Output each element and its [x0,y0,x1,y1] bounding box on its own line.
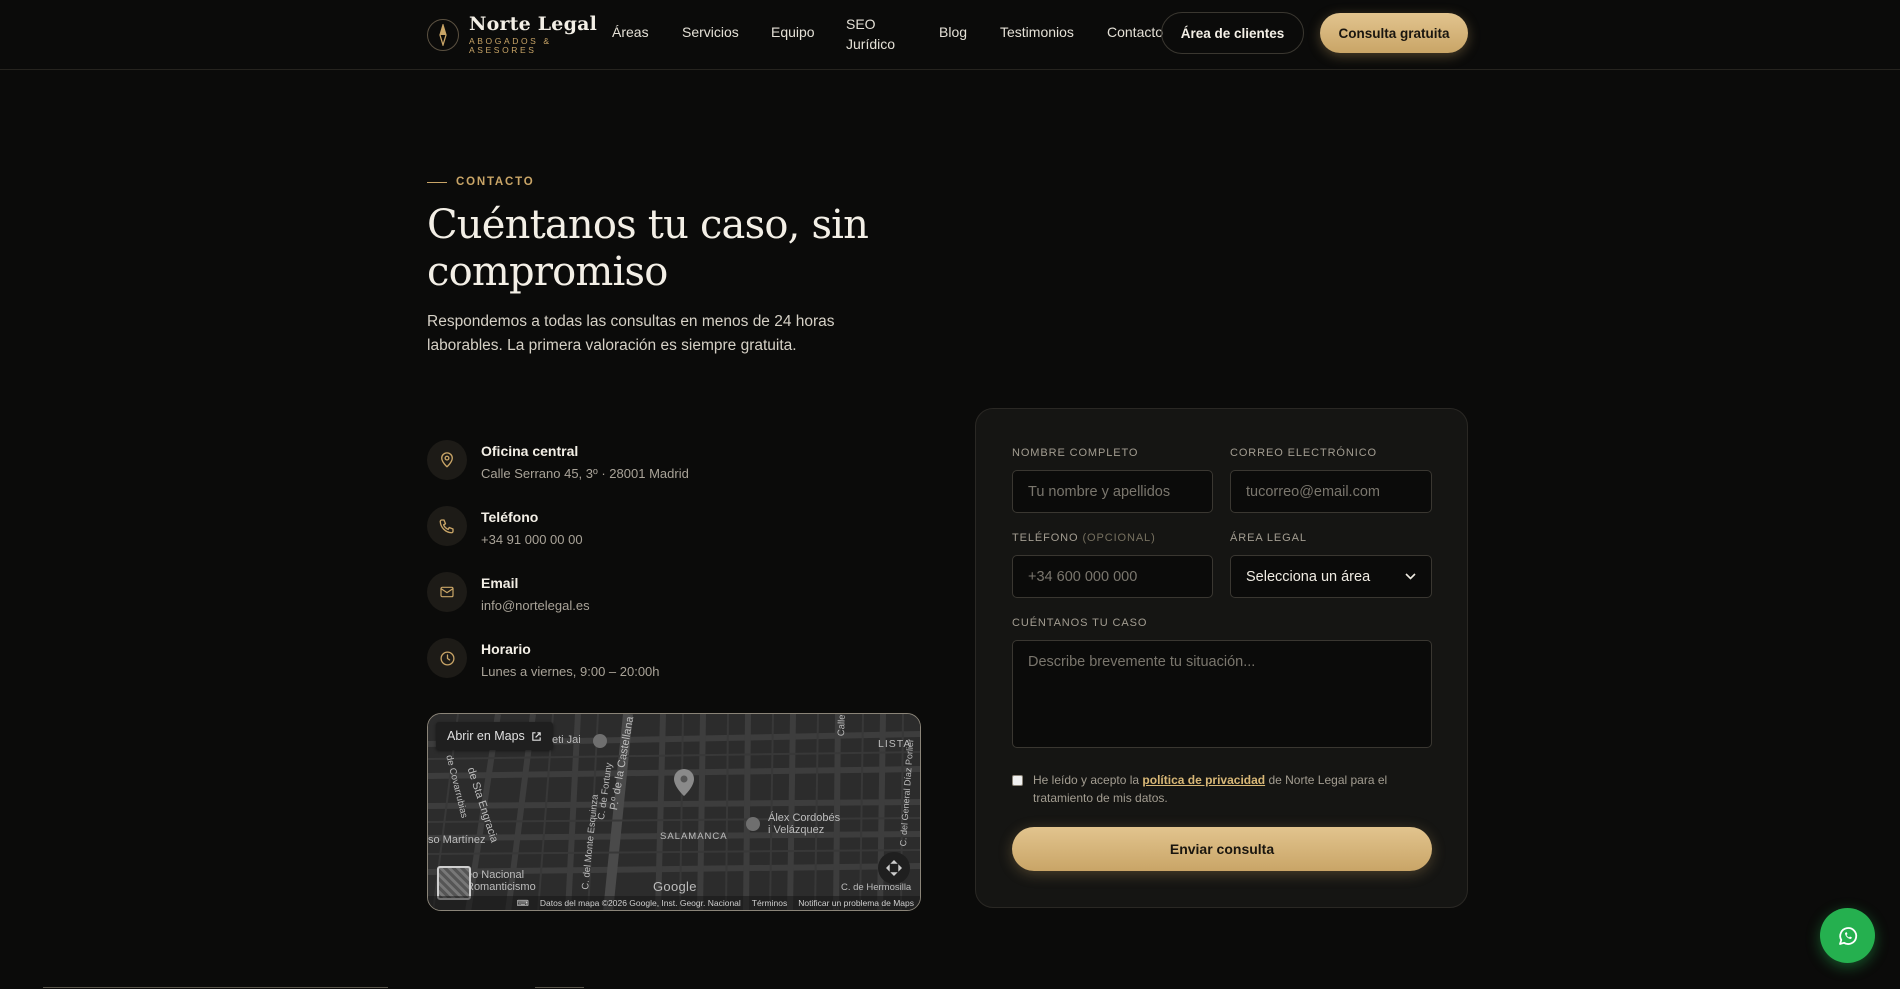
brand-name: Norte Legal [469,13,597,35]
open-in-maps-button[interactable]: Abrir en Maps [436,722,553,750]
contact-hours: Horario Lunes a viernes, 9:00 – 20:00h [427,638,660,680]
contact-form: NOMBRE COMPLETO Tu nombre y apellidos CO… [975,408,1468,908]
whatsapp-icon [1838,926,1857,945]
page-title: Cuéntanos tu caso, sin compromiso [427,202,869,295]
phone-label-text: TELÉFONO [1012,532,1079,544]
contact-value: Calle Serrano 45, 3º · 28001 Madrid [481,466,689,481]
area-select[interactable]: Selecciona un área [1230,555,1432,598]
google-logo: Google [653,879,697,894]
map-terms-link[interactable]: Términos [752,898,787,908]
privacy-prefix: He leído y acepto la [1033,773,1143,787]
map-label: eo Nacional Romanticismo [466,869,536,893]
map-report-link[interactable]: Notificar un problema de Maps [798,898,914,908]
contact-phone: Teléfono +34 91 000 00 00 [427,506,583,548]
map-label: Álex Cordobés i Velázquez [768,812,841,836]
brand-logo[interactable]: Norte Legal ABOGADOS & ASESORES [427,14,597,55]
embedded-map[interactable]: Abrir en Maps eti Jai P.º de la Castella… [427,713,921,911]
contact-label: Horario [481,641,531,657]
privacy-text: He leído y acepto la política de privaci… [1033,771,1432,807]
keyboard-icon[interactable]: ⌨ [517,898,529,909]
contact-office: Oficina central Calle Serrano 45, 3º · 2… [427,440,689,482]
area-label: ÁREA LEGAL [1230,532,1307,544]
clock-icon [427,638,467,678]
phone-icon [427,506,467,546]
area-select-value: Selecciona un área [1246,568,1371,585]
contact-label: Teléfono [481,509,539,525]
map-label: Calle [836,714,848,737]
contact-value[interactable]: info@nortelegal.es [481,598,590,614]
nav-item-equipo[interactable]: Equipo [771,24,815,40]
map-attribution: ⌨ Datos del mapa ©2026 Google, Inst. Geo… [428,896,920,910]
case-label: CUÉNTANOS TU CASO [1012,617,1148,629]
map-pin-icon [427,440,467,480]
mail-icon [427,572,467,612]
privacy-checkbox[interactable] [1012,775,1023,786]
site-header: Norte Legal ABOGADOS & ASESORES Áreas Se… [0,0,1900,70]
phone-optional-label: (OPCIONAL) [1082,532,1156,544]
phone-input[interactable]: +34 600 000 000 [1012,555,1213,598]
nav-item-seo-juridico[interactable]: SEO Jurídico [846,14,906,54]
free-consultation-button[interactable]: Consulta gratuita [1320,13,1468,53]
privacy-policy-link[interactable]: política de privacidad [1142,773,1265,787]
whatsapp-button[interactable] [1820,908,1875,963]
email-label: CORREO ELECTRÓNICO [1230,447,1377,459]
chevron-down-icon [1405,573,1416,580]
privacy-consent: He leído y acepto la política de privaci… [1012,771,1432,807]
fullscreen-icon[interactable] [878,852,910,884]
case-textarea[interactable]: Describe brevemente tu situación... [1012,640,1432,748]
nav-item-blog[interactable]: Blog [939,24,967,40]
page-subtitle: Respondemos a todas las consultas en men… [427,313,835,354]
contact-value[interactable]: +34 91 000 00 00 [481,532,583,548]
contact-value: Lunes a viernes, 9:00 – 20:00h [481,664,660,679]
eyebrow-divider [427,181,447,183]
submit-button[interactable]: Enviar consulta [1012,827,1432,871]
name-label: NOMBRE COMPLETO [1012,447,1139,459]
map-satellite-toggle[interactable] [437,866,471,900]
map-label: eti Jai [552,734,581,746]
map-label: C. de Hermosilla [841,882,912,893]
nav-item-areas[interactable]: Áreas [612,24,649,40]
section-eyebrow: CONTACTO [427,176,535,188]
contact-label: Oficina central [481,443,579,459]
client-area-button[interactable]: Área de clientes [1161,12,1304,54]
nav-item-testimonios[interactable]: Testimonios [1000,24,1074,40]
nav-item-servicios[interactable]: Servicios [682,24,739,40]
map-attribution-text: Datos del mapa ©2026 Google, Inst. Geogr… [539,898,741,908]
phone-label: TELÉFONO (OPCIONAL) [1012,532,1156,544]
map-label: SALAMANCA [660,831,728,842]
contact-email: Email info@nortelegal.es [427,572,590,614]
email-input[interactable]: tucorreo@email.com [1230,470,1432,513]
brand-tagline: ABOGADOS & ASESORES [469,36,552,55]
external-link-icon [532,731,541,741]
name-input[interactable]: Tu nombre y apellidos [1012,470,1213,513]
compass-icon [427,18,459,51]
open-in-maps-label: Abrir en Maps [447,729,525,743]
contact-label: Email [481,575,519,591]
eyebrow-text: CONTACTO [456,176,535,188]
map-label: so Martínez [428,834,486,846]
nav-item-contacto[interactable]: Contacto [1107,24,1163,40]
